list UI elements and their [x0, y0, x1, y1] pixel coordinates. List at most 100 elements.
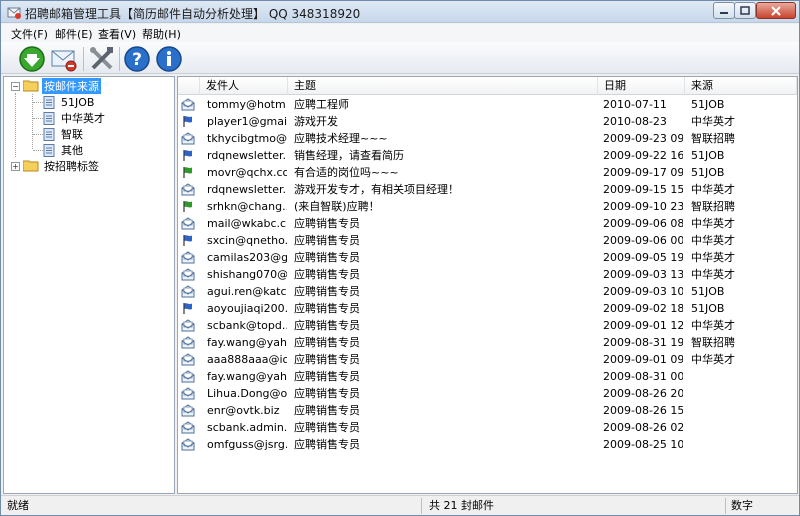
menu-mail[interactable]: 邮件(E) [55, 26, 93, 42]
table-row[interactable]: rdqnewsletter... 游戏开发专才，有相关项目经理！ 2009-09-1… [178, 181, 797, 198]
cell-subject: 应聘销售专员 [294, 217, 360, 230]
cell-date: 2009-08-26 20... [603, 387, 683, 400]
table-row[interactable]: scbank.admin... 应聘销售专员 2009-08-26 02... [178, 419, 797, 436]
table-row[interactable]: fay.wang@yah... 应聘销售专员 2009-08-31 19... 智联招… [178, 334, 797, 351]
tree-node-chinahr[interactable]: 中华英才 [43, 110, 107, 126]
cell-source [691, 419, 791, 436]
settings-button[interactable] [88, 45, 116, 73]
cell-date: 2009-09-23 09... [603, 132, 683, 145]
table-row[interactable]: shishang070@... 应聘销售专员 2009-09-03 13... 中华英… [178, 266, 797, 283]
expand-icon[interactable]: + [11, 161, 20, 171]
cell-subject: 应聘工程师 [294, 98, 349, 111]
cell-date: 2009-09-03 13... [603, 268, 683, 281]
tools-icon [90, 47, 113, 70]
maximize-button[interactable] [734, 2, 756, 19]
mail-list[interactable]: 发件人 主题 日期 来源 tommy@hotm... 应聘工程师 2010-07-1… [177, 76, 798, 494]
column-header-date[interactable]: 日期 [598, 77, 685, 95]
menu-help[interactable]: 帮助(H) [142, 26, 181, 42]
cell-date: 2009-09-01 12... [603, 319, 683, 332]
tree-node-by-tag[interactable]: + 按招聘标签 [11, 158, 101, 174]
table-row[interactable]: aoyoujiaqi200... 应聘销售专员 2009-09-02 18... 51… [178, 300, 797, 317]
cell-sender: player1@gmai... [207, 115, 287, 128]
close-button[interactable] [756, 2, 796, 19]
table-row[interactable]: player1@gmai... 游戏开发 2010-08-23 中华英才 [178, 113, 797, 130]
cell-sender: aoyoujiaqi200... [207, 302, 287, 315]
cell-source: 中华英才 [691, 319, 735, 332]
cell-source: 51JOB [691, 285, 725, 298]
cell-subject: 游戏开发 [294, 115, 338, 128]
cell-source [691, 368, 791, 385]
cell-sender: shishang070@... [207, 268, 287, 281]
menu-view[interactable]: 查看(V) [98, 26, 136, 42]
tree-node-other[interactable]: 其他 [43, 142, 85, 158]
column-header-icon[interactable] [178, 77, 200, 95]
cell-subject: 应聘销售专员 [294, 421, 360, 434]
table-row[interactable]: fay.wang@yah... 应聘销售专员 2009-08-31 00... [178, 368, 797, 385]
table-row[interactable]: Lihua.Dong@o... 应聘销售专员 2009-08-26 20... [178, 385, 797, 402]
table-row[interactable]: movr@qchx.co... 有合适的岗位吗~~~ 2009-09-17 09..… [178, 164, 797, 181]
tree-label: 51JOB [61, 95, 95, 109]
table-row[interactable]: camilas203@g... 应聘销售专员 2009-09-05 19... 中华英… [178, 249, 797, 266]
cell-sender: agui.ren@katc... [207, 285, 287, 298]
window-title: 招聘邮箱管理工具【简历邮件自动分析处理】 QQ 348318920 [25, 7, 361, 21]
cell-source: 智联招聘 [691, 132, 735, 145]
cell-sender: sxcin@qnetho... [207, 234, 287, 247]
document-icon [43, 127, 55, 141]
cell-subject: 应聘销售专员 [294, 336, 360, 349]
help-button[interactable]: ? [123, 45, 151, 73]
cell-sender: omfguss@jsrg... [207, 438, 287, 451]
cell-date: 2009-09-06 00... [603, 234, 683, 247]
cell-subject: 应聘销售专员 [294, 268, 360, 281]
table-row[interactable]: scbank@topd... 应聘销售专员 2009-09-01 12... 中华英才 [178, 317, 797, 334]
cell-source: 51JOB [691, 98, 725, 111]
download-icon [19, 46, 45, 72]
column-header-source[interactable]: 来源 [685, 77, 797, 95]
tree-node-zhaopin[interactable]: 智联 [43, 126, 85, 142]
tree-guide-line [33, 118, 43, 119]
toolbar: ? [1, 42, 799, 74]
table-row[interactable]: rdqnewsletter... 销售经理，请查看简历 2009-09-22 16.… [178, 147, 797, 164]
cell-source: 51JOB [691, 166, 725, 179]
table-row[interactable]: omfguss@jsrg... 应聘销售专员 2009-08-25 10... [178, 436, 797, 453]
cell-source: 中华英才 [691, 183, 735, 196]
cell-sender: movr@qchx.co... [207, 166, 287, 179]
toolbar-separator [83, 47, 84, 71]
cell-sender: rdqnewsletter... [207, 149, 287, 162]
folder-icon [23, 160, 39, 172]
delete-mail-button[interactable] [50, 45, 78, 73]
tree-node-by-source[interactable]: − 按邮件来源 [11, 78, 101, 94]
status-numlock: 数字 [731, 499, 753, 512]
table-row[interactable]: aaa888aaa@io... 应聘销售专员 2009-09-01 09... 中华英… [178, 351, 797, 368]
document-icon [43, 143, 55, 157]
document-icon [43, 95, 55, 109]
cell-date: 2009-09-01 09... [603, 353, 683, 366]
table-row[interactable]: agui.ren@katc... 应聘销售专员 2009-09-03 10... 51… [178, 283, 797, 300]
cell-date: 2009-09-05 19... [603, 251, 683, 264]
table-row[interactable]: enr@ovtk.biz 应聘销售专员 2009-08-26 15... [178, 402, 797, 419]
cell-subject: 应聘销售专员 [294, 370, 360, 383]
tree-node-51job[interactable]: 51JOB [43, 94, 96, 110]
minimize-button[interactable] [713, 2, 735, 19]
cell-source: 中华英才 [691, 234, 735, 247]
table-row[interactable]: tkhycibgtmo@... 应聘技术经理~~~ 2009-09-23 09...… [178, 130, 797, 147]
folder-tree[interactable]: − 按邮件来源 51JOB 中华英才 智联 其他 + 按招聘标签 [3, 76, 175, 494]
info-icon [156, 46, 182, 72]
cell-sender: aaa888aaa@io... [207, 353, 287, 366]
receive-mail-button[interactable] [18, 45, 46, 73]
cell-subject: 销售经理，请查看简历 [294, 149, 404, 162]
menu-file[interactable]: 文件(F) [11, 26, 48, 42]
cell-subject: 应聘销售专员 [294, 438, 360, 451]
cell-source: 中华英才 [691, 353, 735, 366]
table-row[interactable]: mail@wkabc.c... 应聘销售专员 2009-09-06 08... 中华英… [178, 215, 797, 232]
table-row[interactable]: tommy@hotm... 应聘工程师 2010-07-11 51JOB [178, 96, 797, 113]
cell-sender: fay.wang@yah... [207, 336, 287, 349]
cell-date: 2009-09-22 16... [603, 149, 683, 162]
table-row[interactable]: srhkn@chang... (来自智联)应聘！ 2009-09-10 23... 智… [178, 198, 797, 215]
collapse-icon[interactable]: − [11, 81, 20, 91]
column-header-subject[interactable]: 主题 [288, 77, 598, 95]
cell-date: 2009-08-26 02... [603, 421, 683, 434]
column-header-sender[interactable]: 发件人 [200, 77, 288, 95]
table-row[interactable]: sxcin@qnetho... 应聘销售专员 2009-09-06 00... 中华英… [178, 232, 797, 249]
about-button[interactable] [155, 45, 183, 73]
svg-text:?: ? [132, 50, 142, 70]
